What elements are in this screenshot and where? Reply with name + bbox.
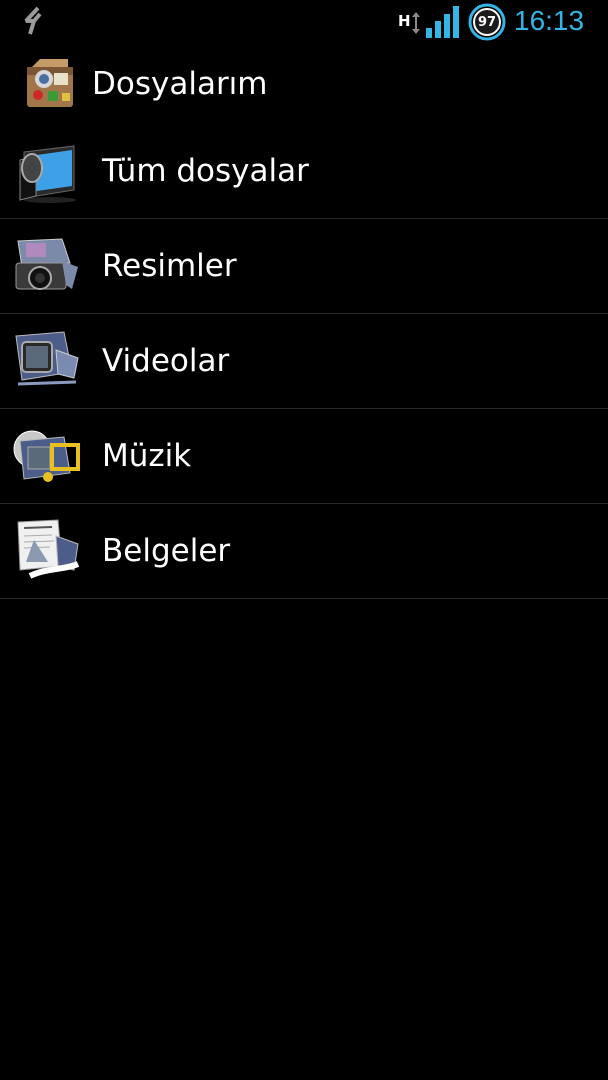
- clock: 16:13: [514, 5, 585, 36]
- page-title: Dosyalarım: [92, 66, 268, 102]
- data-arrows-icon: [412, 12, 420, 34]
- list-item-music[interactable]: Müzik: [0, 409, 608, 504]
- network-type-indicator: H: [398, 6, 424, 36]
- my-files-app-icon[interactable]: [24, 57, 76, 109]
- video-icon: [15, 331, 79, 386]
- list-item-pictures[interactable]: Resimler: [0, 219, 608, 314]
- sync-icon: [24, 6, 42, 35]
- music-icon: [13, 430, 80, 482]
- list-item-all-files[interactable]: Tüm dosyalar: [0, 124, 608, 219]
- list-item-label: Müzik: [102, 438, 192, 474]
- status-bar: H 97 16:13: [0, 0, 608, 44]
- list-item-label: Tüm dosyalar: [102, 153, 309, 189]
- battery-icon: 97: [466, 3, 508, 41]
- category-list: Tüm dosyalar Resimler Videolar Müzik Bel…: [0, 124, 608, 599]
- list-item-label: Belgeler: [102, 533, 231, 569]
- battery-level: 97: [477, 14, 497, 30]
- action-bar: Dosyalarım: [0, 44, 608, 122]
- camera-icon: [15, 238, 78, 290]
- list-item-label: Resimler: [102, 248, 237, 284]
- document-icon: [17, 519, 80, 579]
- signal-bars-icon: [426, 6, 459, 38]
- folder-icon: [19, 145, 76, 203]
- list-item-videos[interactable]: Videolar: [0, 314, 608, 409]
- network-type-label: H: [398, 12, 411, 30]
- list-item-label: Videolar: [102, 343, 230, 379]
- list-item-documents[interactable]: Belgeler: [0, 504, 608, 599]
